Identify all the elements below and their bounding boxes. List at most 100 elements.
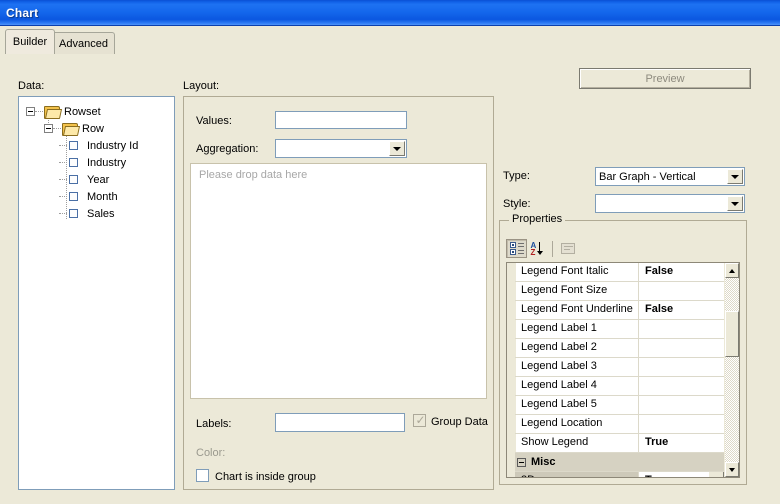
tab-advanced-label: Advanced bbox=[59, 37, 108, 50]
field-icon bbox=[69, 175, 78, 184]
property-category-label: Misc bbox=[531, 456, 556, 468]
property-value[interactable]: False bbox=[639, 263, 724, 281]
labels-input[interactable] bbox=[275, 413, 405, 432]
expander-minus-icon[interactable] bbox=[26, 107, 35, 116]
property-value-text: True bbox=[645, 474, 668, 477]
property-category-row[interactable]: Misc bbox=[515, 453, 724, 472]
preview-button-label: Preview bbox=[645, 72, 685, 85]
chevron-down-icon[interactable] bbox=[708, 472, 724, 477]
tree-dotted-line bbox=[59, 144, 67, 147]
property-name: Legend Font Italic bbox=[515, 263, 639, 281]
table-row[interactable]: 3D True bbox=[515, 472, 724, 477]
tree-item-label: Sales bbox=[87, 207, 115, 220]
drop-zone-placeholder: Please drop data here bbox=[199, 169, 308, 181]
property-name: Legend Font Underline bbox=[515, 301, 639, 319]
table-row[interactable]: Legend Font Underline False bbox=[515, 301, 724, 320]
tab-advanced[interactable]: Advanced bbox=[52, 32, 115, 54]
tab-strip: Builder Advanced bbox=[0, 25, 780, 55]
chart-style-select[interactable] bbox=[595, 194, 745, 213]
property-value[interactable] bbox=[639, 320, 724, 338]
chart-type-select[interactable]: Bar Graph - Vertical bbox=[595, 167, 745, 186]
property-value[interactable] bbox=[639, 396, 724, 414]
properties-grid[interactable]: Legend Font Italic False Legend Font Siz… bbox=[506, 262, 740, 478]
property-value[interactable]: True bbox=[639, 472, 724, 477]
chart-inside-group-label: Chart is inside group bbox=[215, 471, 316, 483]
chevron-down-icon[interactable] bbox=[727, 196, 743, 211]
table-row[interactable]: Legend Label 1 bbox=[515, 320, 724, 339]
chart-dialog: Chart Builder Advanced Data: Rowset Row … bbox=[0, 0, 780, 504]
tree-item-year[interactable]: Year bbox=[19, 171, 174, 188]
tree-item-month[interactable]: Month bbox=[19, 188, 174, 205]
properties-scrollbar[interactable] bbox=[724, 263, 739, 477]
tree-item-industry[interactable]: Industry bbox=[19, 154, 174, 171]
tree-item-label: Year bbox=[87, 173, 110, 186]
group-data-label: Group Data bbox=[431, 416, 488, 428]
folder-icon bbox=[62, 122, 81, 136]
field-icon bbox=[69, 158, 78, 167]
table-row[interactable]: Legend Font Italic False bbox=[515, 263, 724, 282]
aggregation-label: Aggregation: bbox=[196, 143, 259, 155]
tree-item-industry-id[interactable]: Industry Id bbox=[19, 137, 174, 154]
chevron-down-icon[interactable] bbox=[389, 141, 405, 156]
tree-dotted-line bbox=[35, 110, 43, 113]
tab-builder[interactable]: Builder bbox=[5, 29, 55, 54]
tree-item-rowset[interactable]: Rowset bbox=[19, 103, 174, 120]
tree-item-label: Industry Id bbox=[87, 139, 139, 152]
property-pages-icon bbox=[557, 239, 578, 258]
aggregation-select[interactable] bbox=[275, 139, 407, 158]
checkmark-icon: ✓ bbox=[415, 413, 426, 427]
alphabetic-sort-icon[interactable]: AZ bbox=[527, 239, 548, 258]
expander-minus-icon[interactable] bbox=[517, 457, 526, 467]
scroll-down-button[interactable] bbox=[725, 462, 739, 477]
layout-label: Layout: bbox=[183, 80, 220, 92]
property-value[interactable]: True bbox=[639, 434, 724, 452]
chart-inside-group-checkbox[interactable] bbox=[196, 469, 209, 482]
table-row[interactable]: Legend Location bbox=[515, 415, 724, 434]
scrollbar-thumb[interactable] bbox=[725, 311, 739, 357]
field-icon bbox=[69, 192, 78, 201]
data-tree-panel[interactable]: Rowset Row Industry Id Industry Year Mon… bbox=[18, 96, 175, 490]
chevron-down-icon[interactable] bbox=[727, 169, 743, 184]
properties-toolbar: AZ bbox=[506, 238, 740, 259]
tree-dotted-line bbox=[59, 178, 67, 181]
property-value[interactable] bbox=[639, 282, 724, 300]
expander-minus-icon[interactable] bbox=[44, 124, 53, 133]
property-name: Legend Label 2 bbox=[515, 339, 639, 357]
property-name: Legend Label 3 bbox=[515, 358, 639, 376]
property-name: Show Legend bbox=[515, 434, 639, 452]
property-value[interactable] bbox=[639, 339, 724, 357]
preview-button[interactable]: Preview bbox=[579, 68, 751, 89]
window-title: Chart bbox=[6, 5, 39, 20]
property-value[interactable]: False bbox=[639, 301, 724, 319]
table-row[interactable]: Legend Label 4 bbox=[515, 377, 724, 396]
values-label: Values: bbox=[196, 115, 232, 127]
properties-grid-rows: Legend Font Italic False Legend Font Siz… bbox=[515, 263, 724, 477]
toolbar-separator bbox=[552, 240, 553, 257]
table-row[interactable]: Legend Label 2 bbox=[515, 339, 724, 358]
properties-groupbox-label: Properties bbox=[509, 213, 566, 225]
table-row[interactable]: Show Legend True bbox=[515, 434, 724, 453]
table-row[interactable]: Legend Label 5 bbox=[515, 396, 724, 415]
property-name: Legend Location bbox=[515, 415, 639, 433]
property-name: Legend Label 4 bbox=[515, 377, 639, 395]
property-value[interactable] bbox=[639, 415, 724, 433]
tree-item-label: Industry bbox=[87, 156, 127, 169]
group-data-checkbox[interactable]: ✓ bbox=[413, 414, 426, 427]
property-value[interactable] bbox=[639, 377, 724, 395]
tree-dotted-line bbox=[59, 212, 67, 215]
style-label: Style: bbox=[503, 198, 531, 210]
tree-item-row[interactable]: Row bbox=[19, 120, 174, 137]
property-name: Legend Font Size bbox=[515, 282, 639, 300]
table-row[interactable]: Legend Font Size bbox=[515, 282, 724, 301]
table-row[interactable]: Legend Label 3 bbox=[515, 358, 724, 377]
values-input[interactable] bbox=[275, 111, 407, 129]
tree-item-sales[interactable]: Sales bbox=[19, 205, 174, 222]
tree-item-label: Row bbox=[82, 122, 105, 135]
tree-item-label: Month bbox=[87, 190, 118, 203]
data-drop-zone[interactable]: Please drop data here bbox=[190, 163, 487, 399]
categorized-icon[interactable] bbox=[506, 239, 527, 258]
property-value[interactable] bbox=[639, 358, 724, 376]
tree-dotted-line bbox=[59, 195, 67, 198]
tab-builder-label: Builder bbox=[12, 36, 48, 48]
scroll-up-button[interactable] bbox=[725, 263, 739, 278]
